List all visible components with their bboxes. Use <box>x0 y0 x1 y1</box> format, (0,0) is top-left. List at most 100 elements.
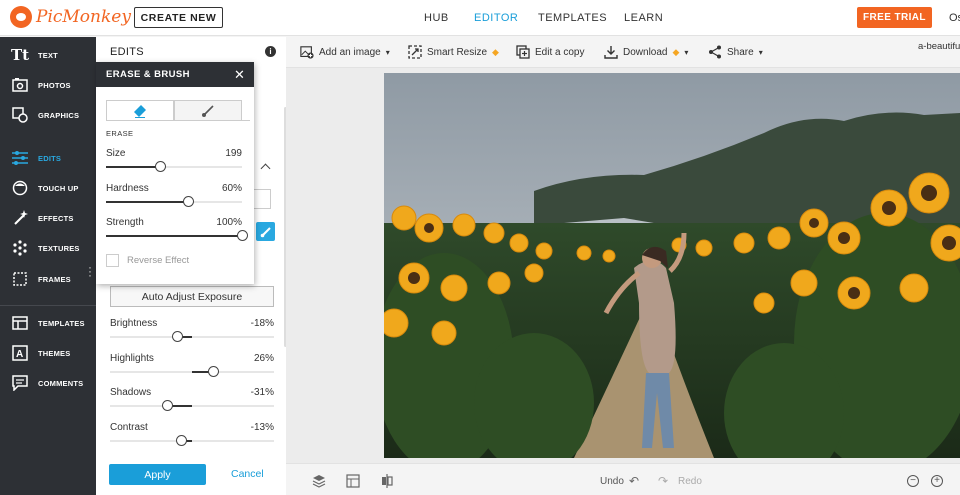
layers-icon[interactable] <box>312 474 326 488</box>
info-icon[interactable]: i <box>265 46 276 57</box>
slider-label: Strength <box>106 217 144 228</box>
sidebar-label: FRAMES <box>38 274 71 284</box>
download-icon <box>604 45 618 59</box>
download-label: Download <box>623 46 668 58</box>
nav-templates[interactable]: TEMPLATES <box>538 12 607 24</box>
reverse-effect-checkbox[interactable] <box>106 254 119 267</box>
slider-value: 60% <box>221 183 242 194</box>
sidebar-item-templates[interactable]: TEMPLATES <box>0 310 96 336</box>
sidebar-item-themes[interactable]: A THEMES <box>0 340 96 366</box>
size-slider[interactable]: Size 199 <box>106 148 242 178</box>
sidebar-item-edits[interactable]: EDITS <box>0 145 96 171</box>
slider-fill <box>106 201 188 203</box>
download-button[interactable]: Download ◆ ▾ <box>604 45 688 59</box>
panel-field[interactable] <box>251 189 271 209</box>
slider-knob[interactable] <box>208 366 220 377</box>
slider-knob[interactable] <box>155 161 167 172</box>
brush-icon <box>202 104 214 117</box>
slider-knob[interactable] <box>176 435 188 446</box>
copy-icon <box>516 45 530 59</box>
add-image-label: Add an image <box>319 46 381 58</box>
sidebar-item-comments[interactable]: COMMENTS <box>0 370 96 396</box>
shadows-slider[interactable]: Shadows -31% <box>110 387 274 417</box>
brush-icon <box>260 226 271 237</box>
edit-copy-label: Edit a copy <box>535 46 585 58</box>
premium-gem-icon: ◆ <box>672 46 680 57</box>
sidebar-item-effects[interactable]: EFFECTS <box>0 205 96 231</box>
slider-knob[interactable] <box>172 331 184 342</box>
chevron-down-icon: ▾ <box>385 47 390 57</box>
sidebar-item-graphics[interactable]: GRAPHICS <box>0 102 96 128</box>
templates-icon <box>12 315 28 331</box>
compare-icon[interactable] <box>380 474 394 488</box>
edits-sliders-icon <box>12 150 28 166</box>
adjustment-value: 26% <box>253 353 274 364</box>
slider-knob[interactable] <box>237 230 248 241</box>
slider-knob[interactable] <box>161 400 173 411</box>
popup-header: ERASE & BRUSH ✕ <box>96 62 254 87</box>
sidebar-item-text[interactable]: Tt TEXT <box>0 42 96 68</box>
reverse-effect-label: Reverse Effect <box>127 255 190 266</box>
effects-wand-icon <box>12 210 28 226</box>
smart-resize-label: Smart Resize <box>427 46 488 58</box>
contrast-slider[interactable]: Contrast -13% <box>110 422 274 452</box>
sidebar-item-photos[interactable]: PHOTOS <box>0 72 96 98</box>
slider-track <box>110 440 274 442</box>
share-button[interactable]: Share ▾ <box>708 45 763 59</box>
chevron-up-icon[interactable] <box>260 163 271 174</box>
resize-icon <box>408 45 422 59</box>
sidebar-item-touch-up[interactable]: TOUCH UP <box>0 175 96 201</box>
redo-icon[interactable]: ↷ <box>656 474 670 488</box>
sidebar-label: TOUCH UP <box>38 183 79 193</box>
picmonkey-logo[interactable]: PicMonkey <box>10 6 131 28</box>
logo-text: PicMonkey <box>36 7 131 27</box>
comments-icon <box>12 375 28 391</box>
highlights-slider[interactable]: Highlights 26% <box>110 353 274 383</box>
slider-value: 100% <box>216 217 242 228</box>
smart-resize-button[interactable]: Smart Resize ◆ <box>408 45 499 59</box>
close-icon[interactable]: ✕ <box>234 67 245 83</box>
cancel-button[interactable]: Cancel <box>231 468 264 480</box>
free-trial-button[interactable]: FREE TRIAL <box>857 7 932 28</box>
photos-icon <box>12 77 28 93</box>
create-new-button[interactable]: CREATE NEW <box>134 7 223 28</box>
tab-erase[interactable] <box>106 100 174 121</box>
brightness-slider[interactable]: Brightness -18% <box>110 318 274 348</box>
undo-icon[interactable]: ↶ <box>627 474 641 488</box>
undo-label[interactable]: Undo <box>600 476 624 487</box>
editor-canvas[interactable] <box>286 68 960 463</box>
slider-value: 199 <box>225 148 242 159</box>
adjustment-value: -31% <box>250 387 274 398</box>
sidebar-item-frames[interactable]: FRAMES <box>0 266 96 292</box>
reverse-effect-toggle[interactable]: Reverse Effect <box>106 254 189 267</box>
nav-editor[interactable]: EDITOR <box>474 12 518 24</box>
zoom-in-icon[interactable]: + <box>931 475 943 487</box>
editor-toolbar: Add an image ▾ Smart Resize ◆ Edit a cop… <box>286 37 960 68</box>
grid-icon[interactable] <box>346 474 360 488</box>
user-menu[interactable]: Os <box>949 12 960 24</box>
strength-slider[interactable]: Strength 100% <box>106 217 248 247</box>
redo-label[interactable]: Redo <box>678 476 702 487</box>
edit-copy-button[interactable]: Edit a copy <box>516 45 584 59</box>
nav-hub[interactable]: HUB <box>424 12 449 24</box>
tab-brush[interactable] <box>174 100 242 121</box>
adjustment-label: Shadows <box>110 387 152 398</box>
adjustment-label: Contrast <box>110 422 148 433</box>
add-image-button[interactable]: Add an image ▾ <box>300 45 390 59</box>
nav-learn[interactable]: LEARN <box>624 12 663 24</box>
photo-woman-in-sunflower-field[interactable] <box>384 73 960 458</box>
more-options-icon[interactable]: · · · <box>88 261 92 281</box>
top-navigation: PicMonkey CREATE NEW HUB EDITOR TEMPLATE… <box>0 0 960 36</box>
slider-track <box>110 405 274 407</box>
share-icon <box>708 45 722 59</box>
hardness-slider[interactable]: Hardness 60% <box>106 183 242 213</box>
zoom-out-icon[interactable]: − <box>907 475 919 487</box>
apply-button[interactable]: Apply <box>109 464 206 485</box>
slider-track <box>110 336 274 338</box>
auto-adjust-exposure-button[interactable]: Auto Adjust Exposure <box>110 286 274 307</box>
file-title[interactable]: a-beautiful <box>918 41 960 52</box>
sidebar-item-textures[interactable]: TEXTURES <box>0 235 96 261</box>
add-image-icon <box>300 45 314 59</box>
slider-knob[interactable] <box>182 196 194 207</box>
brush-color-button[interactable] <box>256 222 275 241</box>
